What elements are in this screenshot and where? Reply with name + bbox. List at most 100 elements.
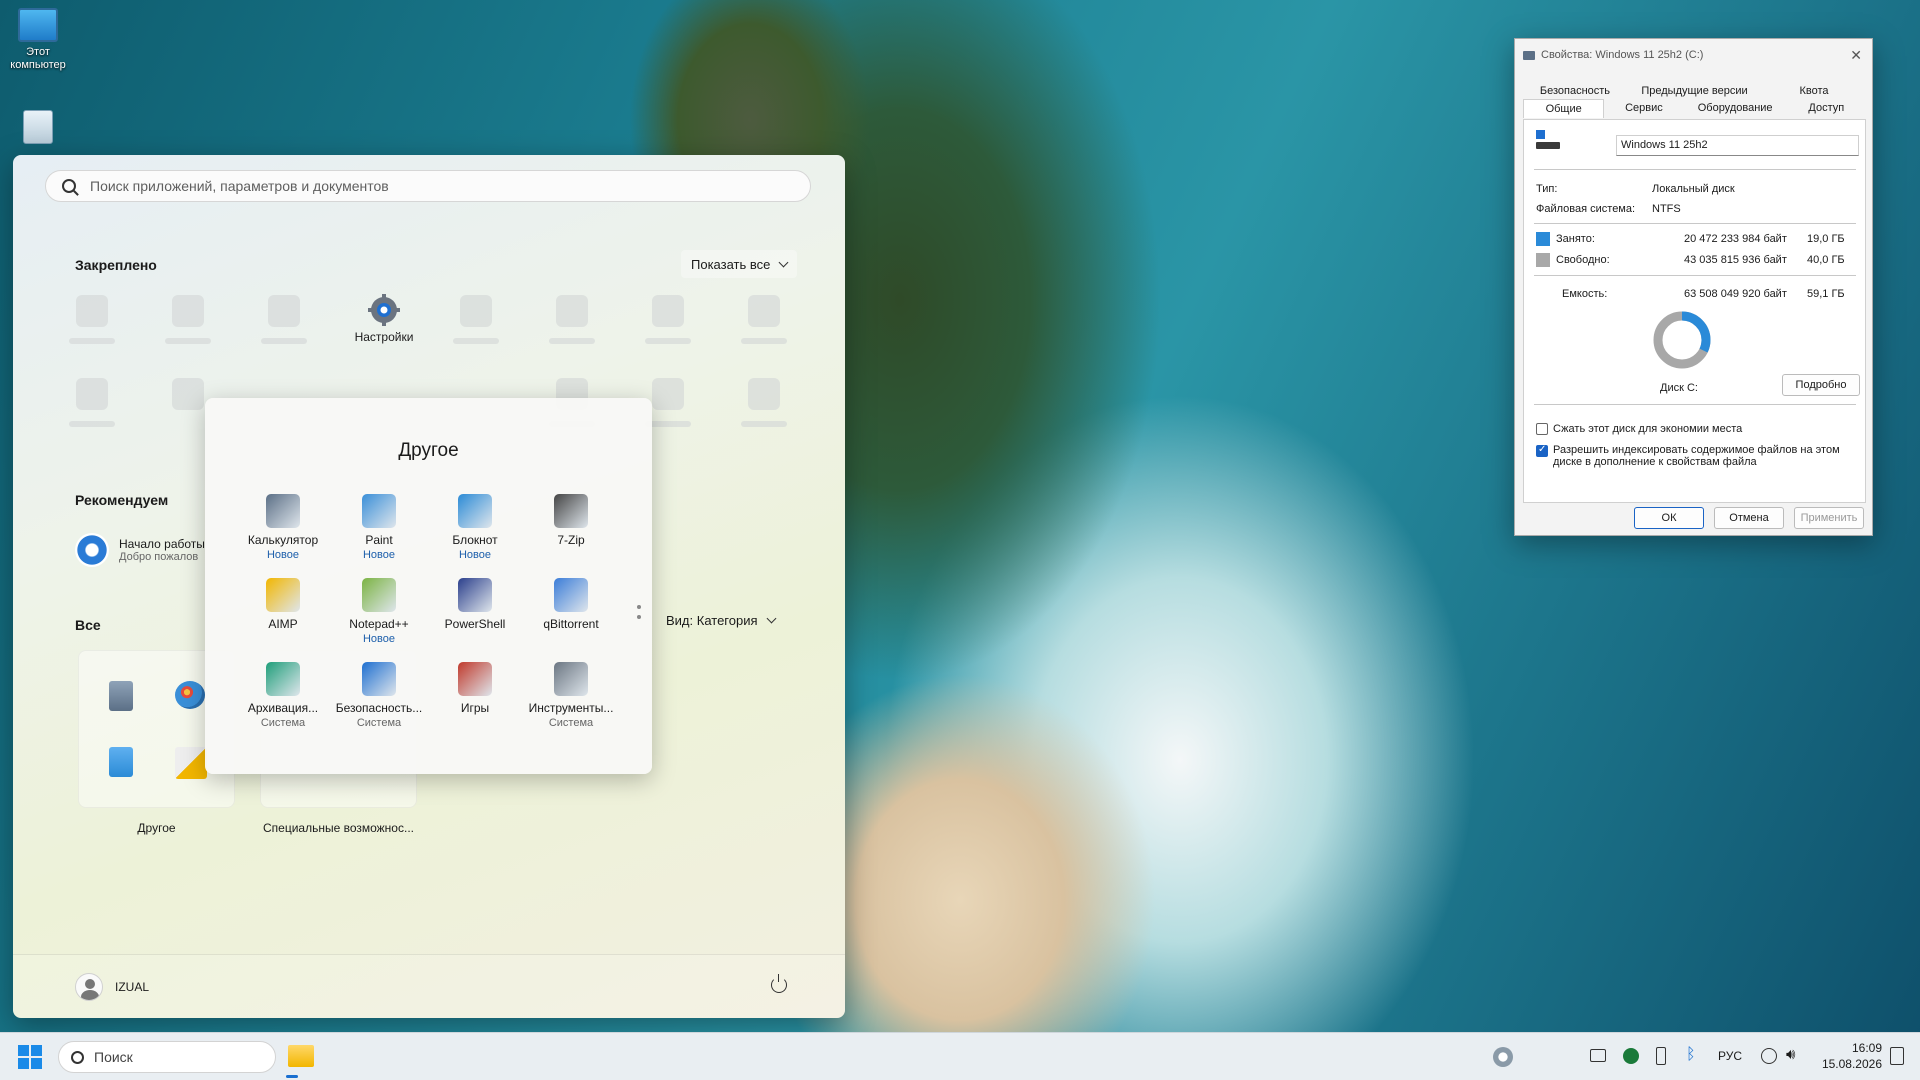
clock-date: 15.08.2026 (1821, 1057, 1882, 1071)
volume-icon[interactable]: 🔊︎ (1786, 1046, 1795, 1063)
general-panel: Windows 11 25h2 Тип: Локальный диск Файл… (1523, 119, 1866, 503)
pinned-placeholder (748, 378, 780, 410)
view-category-dropdown[interactable]: Вид: Категория (666, 613, 776, 628)
power-icon[interactable] (771, 974, 787, 993)
app-tile[interactable]: Архивация... Система (235, 662, 331, 731)
pinned-placeholder-label (741, 421, 787, 427)
compress-checkbox[interactable] (1536, 423, 1548, 435)
clock[interactable]: 16:09 15.08.2026 (1812, 1040, 1882, 1072)
pagination-dots[interactable] (637, 605, 641, 625)
aimp-icon (266, 578, 300, 612)
powershell-icon (458, 578, 492, 612)
capacity-bytes: 63 508 049 920 байт (1684, 288, 1787, 300)
desktop-icon-recycle-bin[interactable] (6, 110, 70, 148)
taskbar-search-placeholder: Поиск (94, 1049, 133, 1065)
app-tile-sublabel: Новое (362, 633, 396, 645)
app-tile-sublabel: Система (260, 717, 306, 729)
app-tile[interactable]: Paint Новое (331, 494, 427, 563)
user-account-button[interactable]: IZUAL (75, 973, 149, 1001)
onedrive-sync-icon[interactable] (1493, 1047, 1513, 1067)
app-tile-label: Блокнот (452, 533, 498, 547)
disk-usage-donut (1653, 311, 1711, 369)
drive-name-field[interactable]: Windows 11 25h2 (1616, 135, 1859, 156)
app-tile[interactable]: Блокнот Новое (427, 494, 523, 563)
folder-popup-title: Другое (398, 440, 459, 461)
start-search-input[interactable]: Поиск приложений, параметров и документо… (45, 170, 811, 202)
app-tile[interactable]: Игры (427, 662, 523, 716)
recycle-bin-icon (23, 110, 53, 144)
window-title: Свойства: Windows 11 25h2 (C:) (1541, 49, 1704, 61)
tab-quota[interactable]: Квота (1762, 82, 1866, 100)
tab-general[interactable]: Общие (1523, 99, 1605, 118)
app-tile[interactable]: Калькулятор Новое (235, 494, 331, 563)
tabs-row-1: Безопасность Предыдущие версии Квота (1523, 82, 1866, 100)
user-name: IZUAL (115, 980, 150, 994)
details-button[interactable]: Подробно (1782, 374, 1860, 396)
capacity-label: Емкость: (1562, 288, 1608, 300)
file-explorer-icon[interactable] (288, 1045, 314, 1067)
app-tile[interactable]: Notepad++ Новое (331, 578, 427, 647)
active-indicator (286, 1075, 298, 1078)
notifications-icon[interactable] (1890, 1047, 1904, 1065)
usb-device-icon[interactable] (1656, 1047, 1666, 1065)
pinned-placeholder (268, 295, 300, 327)
pinned-placeholder (652, 295, 684, 327)
pinned-placeholder (556, 295, 588, 327)
title-bar: Свойства: Windows 11 25h2 (C:) ✕ (1515, 39, 1872, 71)
show-all-button[interactable]: Показать все (681, 250, 798, 278)
settings-gear-icon (368, 294, 400, 326)
cards-icon (458, 662, 492, 696)
filesystem-value: NTFS (1652, 203, 1681, 215)
divider (1534, 223, 1856, 224)
cancel-button[interactable]: Отмена (1714, 507, 1784, 529)
pinned-app-settings[interactable]: Настройки (342, 293, 426, 344)
tab-security[interactable]: Безопасность (1523, 82, 1627, 100)
start-search-placeholder: Поиск приложений, параметров и документо… (90, 178, 389, 194)
pinned-app-label: Настройки (354, 330, 414, 344)
tabs-row-2: Общие Сервис Оборудование Доступ (1523, 99, 1866, 118)
app-tile[interactable]: qBittorrent (523, 578, 619, 632)
app-tile[interactable]: Безопасность... Система (331, 662, 427, 731)
app-tile-label: Notepad++ (349, 617, 409, 631)
pinned-title: Закреплено (75, 257, 157, 273)
pinned-placeholder-label (741, 338, 787, 344)
pinned-placeholder-label (165, 338, 211, 344)
defender-icon[interactable] (1623, 1048, 1639, 1064)
tab-service[interactable]: Сервис (1604, 99, 1683, 118)
folder-accessibility-label: Специальные возможнос... (262, 821, 414, 835)
disk-label: Диск C: (1660, 382, 1698, 394)
desktop-icon-label: Этот компьютер (10, 46, 66, 71)
ok-button[interactable]: ОК (1634, 507, 1704, 529)
language-indicator[interactable]: РУС (1718, 1049, 1742, 1063)
tab-previous-versions[interactable]: Предыдущие версии (1627, 82, 1762, 100)
apply-button[interactable]: Применить (1794, 507, 1864, 529)
keyboard-icon[interactable] (1590, 1049, 1606, 1062)
taskbar-search[interactable]: Поиск (58, 1041, 276, 1073)
folder-mini-icons (175, 747, 207, 779)
pinned-placeholder (460, 295, 492, 327)
app-tile-label: Архивация... (247, 701, 319, 715)
app-tile[interactable]: 7-Zip (523, 494, 619, 548)
used-gb: 19,0 ГБ (1807, 233, 1845, 245)
network-icon[interactable] (1761, 1048, 1777, 1064)
app-tile-sublabel: Новое (458, 549, 492, 561)
index-checkbox[interactable] (1536, 444, 1548, 457)
paint-palette-icon (175, 681, 205, 709)
pinned-placeholder-label (69, 421, 115, 427)
taskbar: Поиск ᛒ РУС 🔊︎ 16:09 15.08.2026 (0, 1032, 1920, 1080)
desktop-icon-this-pc[interactable]: Этот компьютер (6, 8, 70, 72)
free-bytes: 43 035 815 936 байт (1684, 254, 1787, 266)
start-button[interactable] (18, 1045, 42, 1069)
pinned-placeholder-label (453, 338, 499, 344)
bluetooth-icon[interactable]: ᛒ (1686, 1046, 1696, 1064)
recommended-item[interactable]: Начало работы Добро пожалов (75, 533, 205, 567)
app-tile[interactable]: Инструменты... Система (523, 662, 619, 731)
tab-hardware[interactable]: Оборудование (1684, 99, 1787, 118)
capacity-gb: 59,1 ГБ (1807, 288, 1845, 300)
tab-sharing[interactable]: Доступ (1787, 99, 1866, 118)
pinned-placeholder-label (645, 338, 691, 344)
app-tile[interactable]: PowerShell (427, 578, 523, 632)
get-started-icon (75, 533, 109, 567)
close-icon[interactable]: ✕ (1850, 47, 1862, 64)
app-tile[interactable]: AIMP (235, 578, 331, 632)
